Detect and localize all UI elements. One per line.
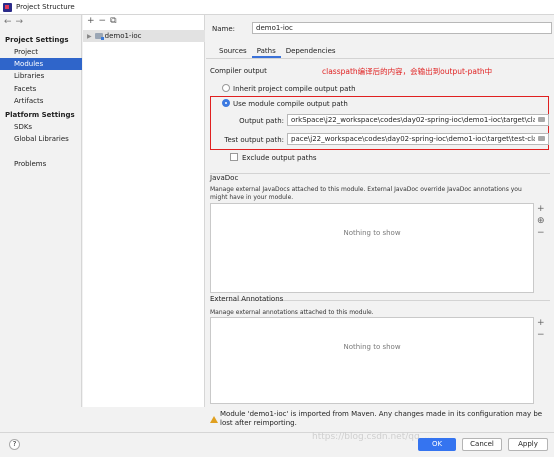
add-url-icon[interactable]: ⊕ [537, 215, 545, 227]
nav-item-libraries[interactable]: Libraries [0, 70, 82, 82]
forward-arrow-icon[interactable]: → [16, 17, 24, 27]
expand-arrow-icon[interactable]: ▶ [87, 33, 92, 40]
inherit-output-label: Inherit project compile output path [233, 85, 356, 93]
external-annotations-list[interactable]: Nothing to show [210, 317, 534, 404]
inherit-output-radio[interactable]: Inherit project compile output path [222, 84, 356, 93]
exclude-output-label: Exclude output paths [242, 154, 317, 162]
copy-icon[interactable]: ⧉ [110, 16, 116, 26]
radio-off-icon [222, 84, 230, 92]
output-path-value: orkSpace\j22_workspace\codes\day02-sprin… [291, 116, 535, 124]
cancel-button[interactable]: Cancel [462, 438, 502, 451]
name-label: Name: [212, 25, 236, 33]
module-tree-item[interactable]: ▶ demo1-ioc [83, 30, 205, 42]
remove-javadoc-icon[interactable]: − [537, 227, 545, 239]
test-output-path-label: Test output path: [224, 136, 284, 144]
nav-arrows: ← → [4, 17, 27, 27]
javadoc-tools: + ⊕ − [537, 203, 545, 239]
nav-item-problems[interactable]: Problems [0, 158, 82, 170]
compiler-output-heading: Compiler output [210, 67, 267, 75]
use-module-output-label: Use module compile output path [233, 100, 348, 108]
tab-sources[interactable]: Sources [214, 45, 252, 58]
test-output-path-value: pace\j22_workspace\codes\day02-spring-io… [291, 135, 535, 143]
output-path-label: Output path: [239, 117, 284, 125]
nav-item-modules[interactable]: Modules [0, 58, 82, 70]
remove-icon[interactable]: − [99, 16, 107, 26]
checkbox-icon [230, 153, 238, 161]
module-settings-panel: Name: demo1-ioc Sources Paths Dependencies… [206, 15, 554, 407]
javadoc-list[interactable]: Nothing to show [210, 203, 534, 293]
module-tree-label: demo1-ioc [104, 32, 142, 40]
nav-item-sdks[interactable]: SDKs [0, 121, 82, 133]
add-annotation-icon[interactable]: + [537, 317, 545, 329]
module-name-input[interactable]: demo1-ioc [252, 22, 552, 34]
module-tree-panel: + − ⧉ ▶ demo1-ioc [83, 15, 205, 407]
module-folder-icon [94, 33, 104, 40]
section-project-settings: Project Settings [5, 36, 69, 44]
tab-paths[interactable]: Paths [251, 45, 281, 58]
module-tree-toolbar: + − ⧉ [87, 16, 121, 26]
red-annotation-text: classpath编译后的内容，会输出到output-path中 [322, 67, 493, 76]
section-platform-settings: Platform Settings [5, 111, 75, 119]
test-output-path-input[interactable]: pace\j22_workspace\codes\day02-spring-io… [287, 133, 549, 145]
external-annotations-empty-text: Nothing to show [343, 343, 401, 351]
divider [210, 173, 550, 174]
nav-item-global-libraries[interactable]: Global Libraries [0, 133, 82, 145]
external-annotations-description: Manage external annotations attached to … [210, 309, 374, 316]
ok-button[interactable]: OK [418, 438, 456, 451]
nav-item-facets[interactable]: Facets [0, 83, 82, 95]
window-title: Project Structure [16, 3, 75, 11]
add-javadoc-icon[interactable]: + [537, 203, 545, 215]
settings-nav: ← → Project Settings Project Modules Libr… [0, 15, 82, 407]
output-path-input[interactable]: orkSpace\j22_workspace\codes\day02-sprin… [287, 114, 549, 126]
warning-icon [210, 416, 218, 423]
maven-warning-text: Module 'demo1-ioc' is imported from Mave… [220, 410, 543, 427]
exclude-output-checkbox[interactable]: Exclude output paths [230, 153, 317, 162]
external-annotations-heading: External Annotations [210, 295, 284, 303]
nav-item-project[interactable]: Project [0, 46, 82, 58]
apply-button[interactable]: Apply [508, 438, 548, 451]
javadoc-heading: JavaDoc [210, 174, 239, 182]
tab-divider [206, 58, 554, 59]
watermark-text: https://blog.csdn.net/qq_... [312, 432, 433, 442]
intellij-app-icon [3, 3, 12, 12]
use-module-output-radio[interactable]: Use module compile output path [222, 99, 348, 108]
tab-dependencies[interactable]: Dependencies [281, 45, 341, 58]
javadoc-empty-text: Nothing to show [343, 229, 401, 237]
title-bar: Project Structure [0, 0, 554, 15]
javadoc-description: Manage external JavaDocs attached to thi… [210, 186, 522, 201]
nav-item-artifacts[interactable]: Artifacts [0, 95, 82, 107]
browse-folder-icon[interactable] [538, 136, 545, 141]
add-icon[interactable]: + [87, 16, 95, 26]
browse-folder-icon[interactable] [538, 117, 545, 122]
module-tabs: Sources Paths Dependencies [214, 45, 341, 58]
external-annotations-tools: + − [537, 317, 545, 341]
back-arrow-icon[interactable]: ← [4, 17, 12, 27]
help-button[interactable]: ? [9, 439, 20, 450]
remove-annotation-icon[interactable]: − [537, 329, 545, 341]
radio-on-icon [222, 99, 230, 107]
